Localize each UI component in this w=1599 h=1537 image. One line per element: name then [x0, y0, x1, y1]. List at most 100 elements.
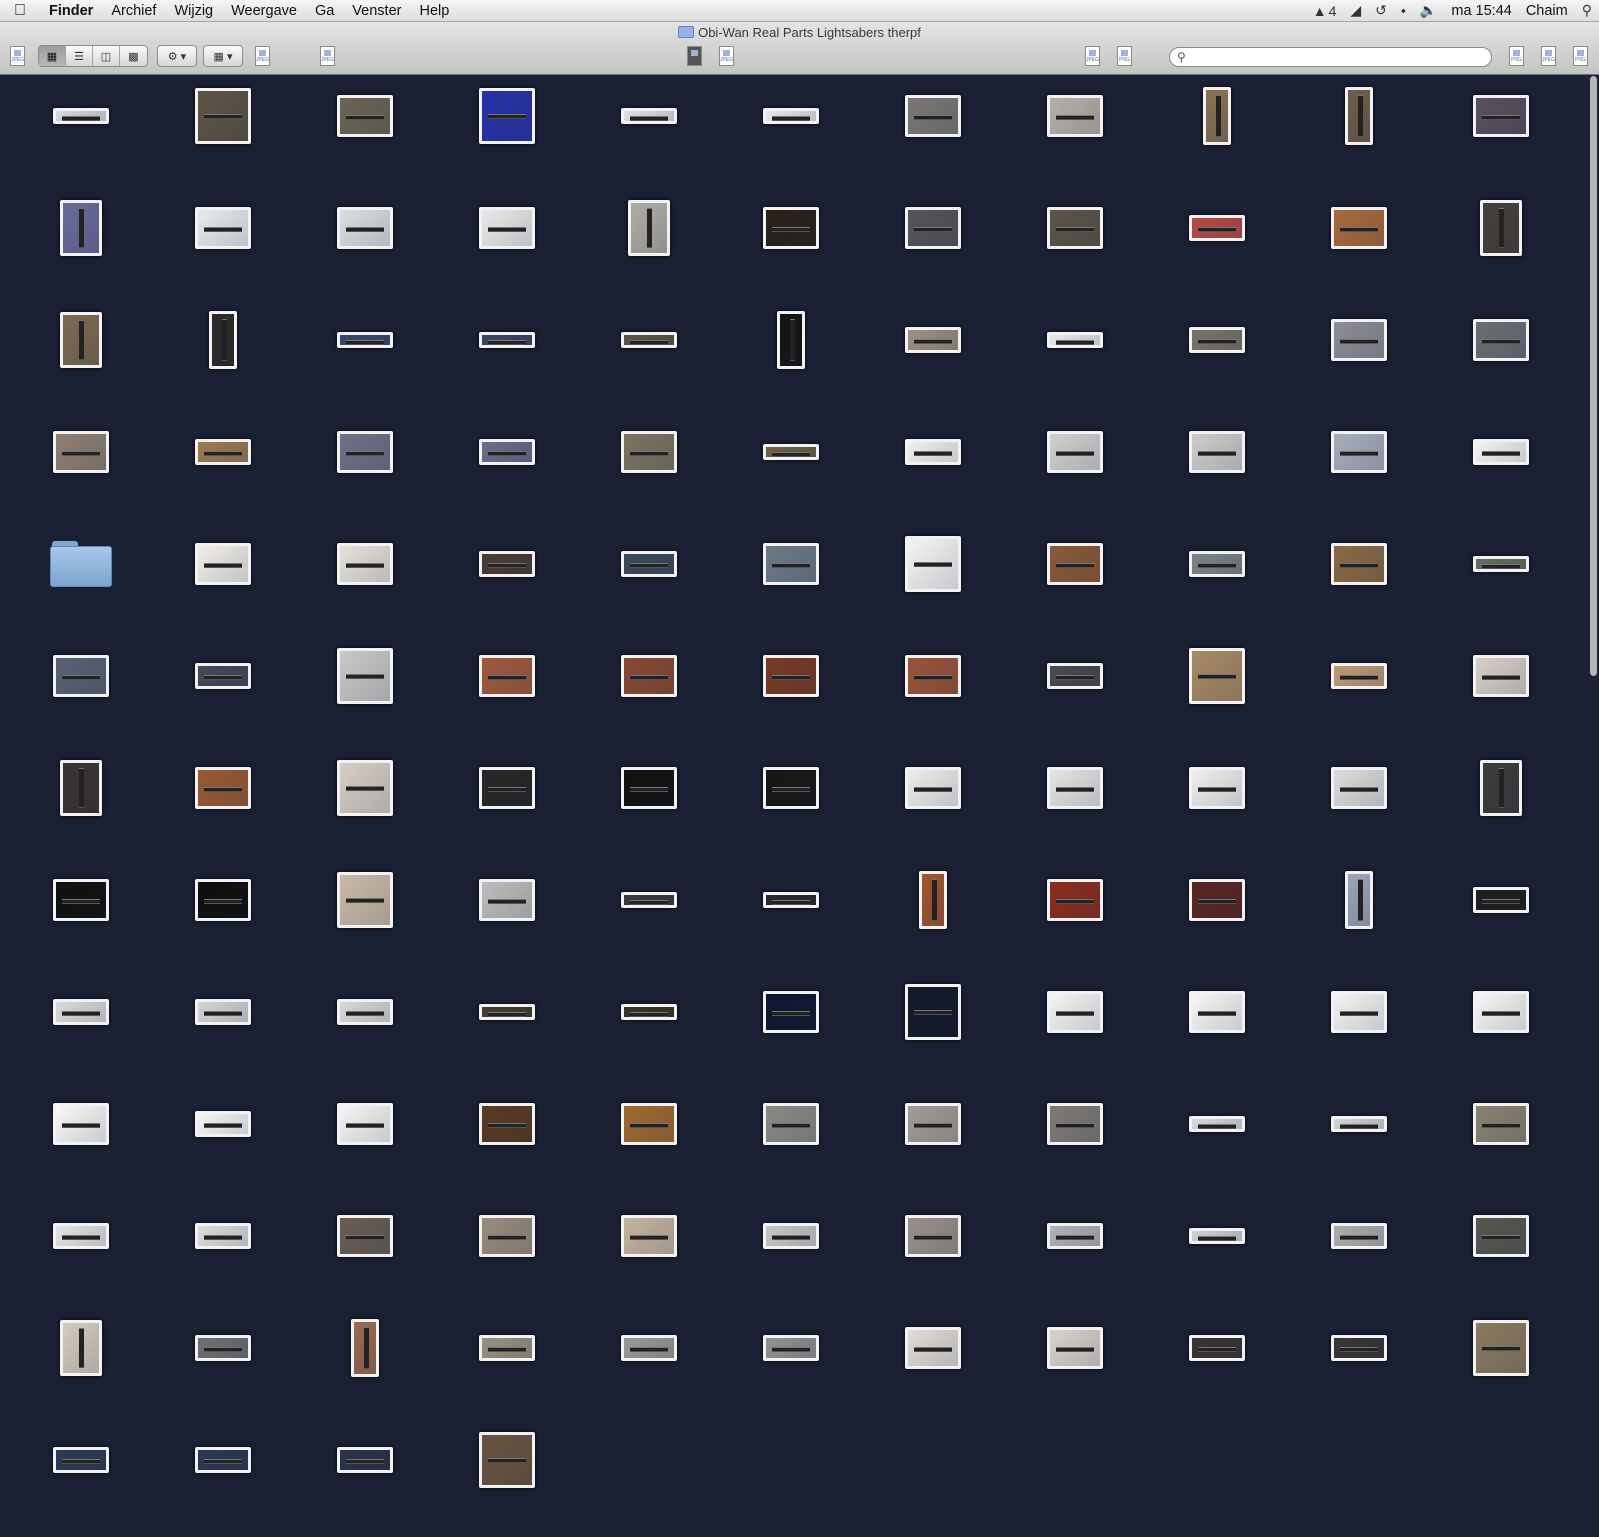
image-file-item[interactable] — [862, 172, 1004, 284]
image-file-item[interactable] — [294, 1068, 436, 1180]
image-file-item[interactable] — [862, 1292, 1004, 1404]
image-file-item[interactable] — [436, 60, 578, 172]
image-file-item[interactable] — [152, 1404, 294, 1516]
image-file-item[interactable] — [578, 1068, 720, 1180]
image-file-item[interactable] — [1288, 508, 1430, 620]
image-file-item[interactable] — [720, 956, 862, 1068]
image-file-item[interactable] — [1430, 1292, 1572, 1404]
image-file-item[interactable] — [294, 620, 436, 732]
image-file-item[interactable] — [1430, 284, 1572, 396]
image-file-item[interactable] — [1004, 620, 1146, 732]
adobe-icon[interactable]: ▲ 4 — [1306, 3, 1344, 19]
image-file-item[interactable] — [294, 844, 436, 956]
image-file-item[interactable] — [1430, 1180, 1572, 1292]
image-file-item[interactable] — [294, 172, 436, 284]
spotlight-icon[interactable]: ⚲ — [1575, 2, 1599, 19]
image-file-item[interactable] — [1004, 1292, 1146, 1404]
image-file-item[interactable] — [1288, 620, 1430, 732]
image-file-item[interactable] — [436, 844, 578, 956]
image-file-item[interactable] — [1146, 1292, 1288, 1404]
image-file-item[interactable] — [1146, 844, 1288, 956]
image-file-item[interactable] — [1288, 60, 1430, 172]
image-file-item[interactable] — [294, 1292, 436, 1404]
image-file-item[interactable] — [152, 396, 294, 508]
image-file-item[interactable] — [578, 396, 720, 508]
image-file-item[interactable] — [294, 1404, 436, 1516]
image-file-item[interactable] — [862, 620, 1004, 732]
image-file-item[interactable] — [1146, 732, 1288, 844]
image-file-item[interactable] — [1288, 172, 1430, 284]
image-file-item[interactable] — [1004, 956, 1146, 1068]
menu-clock[interactable]: ma 15:44 — [1444, 3, 1518, 19]
image-file-item[interactable] — [152, 1180, 294, 1292]
image-file-item[interactable] — [862, 284, 1004, 396]
image-file-item[interactable] — [1146, 396, 1288, 508]
image-file-item[interactable] — [578, 1292, 720, 1404]
image-file-item[interactable] — [294, 284, 436, 396]
image-file-item[interactable] — [578, 620, 720, 732]
image-file-item[interactable] — [10, 956, 152, 1068]
image-file-item[interactable] — [578, 844, 720, 956]
image-file-item[interactable] — [720, 1180, 862, 1292]
image-file-item[interactable] — [1004, 172, 1146, 284]
image-file-item[interactable] — [1146, 508, 1288, 620]
image-file-item[interactable] — [862, 508, 1004, 620]
image-file-item[interactable] — [720, 60, 862, 172]
apple-menu-icon[interactable]:  — [0, 2, 40, 20]
scrollbar-thumb[interactable] — [1590, 76, 1597, 676]
image-file-item[interactable] — [1146, 172, 1288, 284]
image-file-item[interactable] — [10, 732, 152, 844]
image-file-item[interactable] — [10, 60, 152, 172]
image-file-item[interactable] — [578, 732, 720, 844]
image-file-item[interactable] — [10, 284, 152, 396]
menu-archief[interactable]: Archief — [102, 3, 165, 19]
image-file-item[interactable] — [1146, 956, 1288, 1068]
image-file-item[interactable] — [436, 172, 578, 284]
image-file-item[interactable] — [1004, 508, 1146, 620]
image-file-item[interactable] — [10, 1404, 152, 1516]
image-file-item[interactable] — [1004, 396, 1146, 508]
menu-user[interactable]: Chaim — [1519, 3, 1575, 19]
image-file-item[interactable] — [436, 1292, 578, 1404]
image-file-item[interactable] — [10, 620, 152, 732]
image-file-item[interactable] — [152, 172, 294, 284]
image-file-item[interactable] — [1288, 284, 1430, 396]
image-file-item[interactable] — [436, 620, 578, 732]
image-file-item[interactable] — [152, 284, 294, 396]
menu-help[interactable]: Help — [410, 3, 458, 19]
image-file-item[interactable] — [1004, 284, 1146, 396]
image-file-item[interactable] — [720, 620, 862, 732]
image-file-item[interactable] — [10, 1292, 152, 1404]
image-file-item[interactable] — [1004, 732, 1146, 844]
image-file-item[interactable] — [1430, 1068, 1572, 1180]
image-file-item[interactable] — [720, 1292, 862, 1404]
wifi-icon[interactable]: ◢ — [1343, 2, 1368, 19]
image-file-item[interactable] — [578, 1180, 720, 1292]
image-file-item[interactable] — [1288, 396, 1430, 508]
image-file-item[interactable] — [152, 732, 294, 844]
image-file-item[interactable] — [1146, 284, 1288, 396]
image-file-item[interactable] — [1288, 844, 1430, 956]
image-file-item[interactable] — [1146, 1068, 1288, 1180]
menu-app-finder[interactable]: Finder — [40, 3, 102, 19]
png-file-icon[interactable]: PNG — [1573, 46, 1588, 66]
image-file-item[interactable] — [720, 844, 862, 956]
image-file-item[interactable] — [10, 844, 152, 956]
image-file-item[interactable] — [720, 508, 862, 620]
image-file-item[interactable] — [294, 60, 436, 172]
bluetooth-icon[interactable]: ⬩ — [1394, 2, 1413, 19]
image-file-item[interactable] — [720, 396, 862, 508]
image-file-item[interactable] — [436, 956, 578, 1068]
folder-item[interactable] — [10, 508, 152, 620]
menu-weergave[interactable]: Weergave — [222, 3, 306, 19]
image-file-item[interactable] — [862, 1180, 1004, 1292]
image-file-item[interactable] — [1004, 60, 1146, 172]
image-file-item[interactable] — [862, 1068, 1004, 1180]
image-file-item[interactable] — [1288, 732, 1430, 844]
image-file-item[interactable] — [436, 1068, 578, 1180]
image-file-item[interactable] — [10, 1180, 152, 1292]
volume-icon[interactable]: 🔈 — [1413, 2, 1444, 19]
image-file-item[interactable] — [862, 956, 1004, 1068]
image-file-item[interactable] — [1146, 1180, 1288, 1292]
image-file-item[interactable] — [436, 396, 578, 508]
